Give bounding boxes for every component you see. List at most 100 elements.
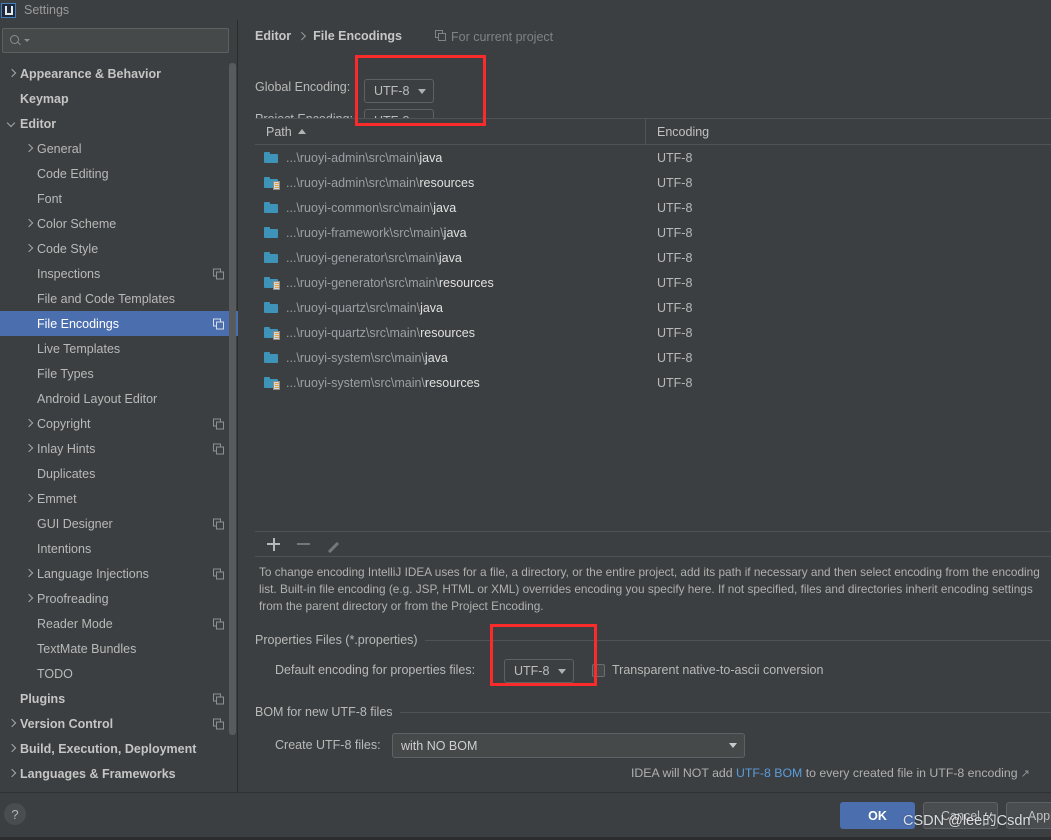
table-cell-encoding[interactable]: UTF-8 — [646, 201, 1051, 215]
table-cell-encoding[interactable]: UTF-8 — [646, 226, 1051, 240]
table-cell-encoding[interactable]: UTF-8 — [646, 251, 1051, 265]
sidebar-item-color-scheme[interactable]: Color Scheme — [0, 211, 238, 236]
create-utf8-files-combo[interactable]: with NO BOM — [392, 733, 745, 758]
transparent-conversion-label: Transparent native-to-ascii conversion — [612, 663, 824, 677]
sidebar-item-proofreading[interactable]: Proofreading — [0, 586, 238, 611]
column-header-path-label: Path — [266, 124, 292, 139]
column-header-encoding[interactable]: Encoding — [646, 119, 1051, 144]
sidebar-scroll-thumb[interactable] — [229, 63, 236, 735]
sidebar-item-code-style[interactable]: Code Style — [0, 236, 238, 261]
table-cell-encoding[interactable]: UTF-8 — [646, 176, 1051, 190]
sidebar-item-label: Version Control — [20, 716, 114, 731]
table-row[interactable]: ...\ruoyi-system\src\main\resources UTF-8 — [255, 370, 1051, 395]
window-titlebar: Settings — [0, 0, 1051, 20]
default-properties-encoding-combo[interactable]: UTF-8 — [504, 659, 574, 683]
table-cell-encoding[interactable]: UTF-8 — [646, 376, 1051, 390]
sidebar-item-label: Code Editing — [37, 166, 109, 181]
chevron-right-icon[interactable] — [5, 717, 18, 730]
table-row[interactable]: ...\ruoyi-common\src\main\java UTF-8 — [255, 195, 1051, 220]
chevron-down-icon[interactable] — [5, 117, 18, 130]
sidebar-item-intentions[interactable]: Intentions — [0, 536, 238, 561]
sidebar-item-inlay-hints[interactable]: Inlay Hints — [0, 436, 238, 461]
sidebar-item-android-layout-editor[interactable]: Android Layout Editor — [0, 386, 238, 411]
sidebar-item-label: Live Templates — [37, 341, 121, 356]
sidebar-item-file-and-code-templates[interactable]: File and Code Templates — [0, 286, 238, 311]
sidebar-item-build-execution-deployment[interactable]: Build, Execution, Deployment — [0, 736, 238, 761]
search-input[interactable] — [30, 33, 222, 48]
table-row[interactable]: ...\ruoyi-generator\src\main\java UTF-8 — [255, 245, 1051, 270]
table-cell-encoding[interactable]: UTF-8 — [646, 276, 1051, 290]
table-row[interactable]: ...\ruoyi-admin\src\main\java UTF-8 — [255, 145, 1051, 170]
chevron-right-icon[interactable] — [22, 417, 35, 430]
table-row[interactable]: ...\ruoyi-framework\src\main\java UTF-8 — [255, 220, 1051, 245]
chevron-right-icon[interactable] — [22, 442, 35, 455]
sidebar-item-version-control[interactable]: Version Control — [0, 711, 238, 736]
search-box[interactable] — [2, 28, 229, 53]
copy-settings-icon — [213, 568, 224, 579]
path-prefix: ...\ruoyi-common\src\main\ — [286, 200, 434, 215]
chevron-right-icon[interactable] — [22, 142, 35, 155]
sidebar-scrollbar[interactable] — [229, 63, 236, 763]
chevron-right-icon[interactable] — [5, 742, 18, 755]
sidebar-item-gui-designer[interactable]: GUI Designer — [0, 511, 238, 536]
chevron-right-icon[interactable] — [22, 217, 35, 230]
chevron-right-icon[interactable] — [5, 67, 18, 80]
default-properties-encoding-label: Default encoding for properties files: — [275, 663, 476, 677]
table-row[interactable]: ...\ruoyi-admin\src\main\resources UTF-8 — [255, 170, 1051, 195]
sidebar-item-live-templates[interactable]: Live Templates — [0, 336, 238, 361]
table-cell-path: ...\ruoyi-framework\src\main\java — [255, 226, 646, 240]
external-link-icon[interactable]: ↗ — [1021, 767, 1030, 780]
sidebar-item-reader-mode[interactable]: Reader Mode — [0, 611, 238, 636]
properties-files-group-title: Properties Files (*.properties) — [255, 633, 425, 647]
sidebar-item-keymap[interactable]: Keymap — [0, 86, 238, 111]
sidebar-item-emmet[interactable]: Emmet — [0, 486, 238, 511]
sidebar-item-editor[interactable]: Editor — [0, 111, 238, 136]
chevron-right-icon[interactable] — [5, 767, 18, 780]
breadcrumb-parent[interactable]: Editor — [255, 29, 291, 43]
chevron-right-icon[interactable] — [22, 242, 35, 255]
sidebar-item-file-types[interactable]: File Types — [0, 361, 238, 386]
table-cell-encoding[interactable]: UTF-8 — [646, 351, 1051, 365]
chevron-right-icon[interactable] — [22, 592, 35, 605]
sidebar-item-code-editing[interactable]: Code Editing — [0, 161, 238, 186]
table-cell-encoding[interactable]: UTF-8 — [646, 326, 1051, 340]
copy-settings-icon — [213, 418, 224, 429]
bom-note-link[interactable]: UTF-8 BOM — [736, 766, 802, 780]
sidebar-item-file-encodings[interactable]: File Encodings — [0, 311, 238, 336]
table-cell-path: ...\ruoyi-generator\src\main\resources — [255, 276, 646, 290]
chevron-right-icon[interactable] — [22, 492, 35, 505]
global-encoding-combo[interactable]: UTF-8 — [364, 79, 434, 103]
table-row[interactable]: ...\ruoyi-quartz\src\main\java UTF-8 — [255, 295, 1051, 320]
chevron-right-icon[interactable] — [22, 567, 35, 580]
path-prefix: ...\ruoyi-admin\src\main\ — [286, 150, 420, 165]
transparent-conversion-checkbox[interactable] — [592, 663, 605, 677]
sidebar-item-general[interactable]: General — [0, 136, 238, 161]
sidebar-item-textmate-bundles[interactable]: TextMate Bundles — [0, 636, 238, 661]
sidebar-item-languages-frameworks[interactable]: Languages & Frameworks — [0, 761, 238, 786]
table-row[interactable]: ...\ruoyi-system\src\main\java UTF-8 — [255, 345, 1051, 370]
watermark: CSDN @lee的Csdn — [903, 813, 1031, 829]
sidebar-item-duplicates[interactable]: Duplicates — [0, 461, 238, 486]
table-cell-encoding[interactable]: UTF-8 — [646, 151, 1051, 165]
sidebar-item-language-injections[interactable]: Language Injections — [0, 561, 238, 586]
group-divider — [420, 640, 1051, 641]
sidebar-item-inspections[interactable]: Inspections — [0, 261, 238, 286]
sidebar-item-copyright[interactable]: Copyright — [0, 411, 238, 436]
table-row[interactable]: ...\ruoyi-quartz\src\main\resources UTF-8 — [255, 320, 1051, 345]
sidebar-item-appearance-behavior[interactable]: Appearance & Behavior — [0, 61, 238, 86]
transparent-conversion-row[interactable]: Transparent native-to-ascii conversion — [592, 663, 823, 677]
column-header-path[interactable]: Path — [255, 119, 646, 144]
table-row[interactable]: ...\ruoyi-generator\src\main\resources UT… — [255, 270, 1051, 295]
sidebar-item-label: File Encodings — [37, 316, 119, 331]
sidebar-item-label: Duplicates — [37, 466, 96, 481]
sidebar-item-todo[interactable]: TODO — [0, 661, 238, 686]
help-button[interactable]: ? — [4, 803, 26, 825]
sidebar-item-font[interactable]: Font — [0, 186, 238, 211]
table-body: ...\ruoyi-admin\src\main\java UTF-8 ...\ru… — [255, 145, 1051, 395]
add-path-button[interactable] — [265, 536, 282, 553]
table-cell-encoding[interactable]: UTF-8 — [646, 301, 1051, 315]
sidebar-item-plugins[interactable]: Plugins — [0, 686, 238, 711]
table-cell-path-text: ...\ruoyi-system\src\main\resources — [286, 376, 480, 390]
